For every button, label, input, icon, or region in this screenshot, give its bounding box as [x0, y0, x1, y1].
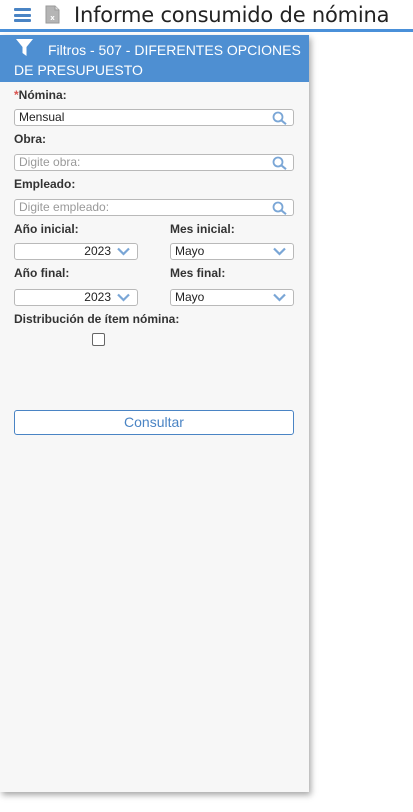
anio-inicial-label: Año inicial: [14, 222, 79, 236]
mes-inicial-select[interactable]: Mayo [170, 243, 294, 260]
svg-text:x: x [50, 14, 55, 22]
chevron-down-icon [273, 247, 286, 256]
empleado-label: Empleado: [14, 177, 76, 191]
top-bar: x Informe consumido de nómina [0, 0, 413, 32]
nomina-value: Mensual [19, 110, 65, 124]
mes-final-select[interactable]: Mayo [170, 289, 294, 306]
nomina-label: *Nómina: [14, 88, 67, 102]
anio-final-select[interactable]: 2023 [14, 289, 138, 306]
mes-inicial-label: Mes inicial: [170, 222, 235, 236]
filters-header: Filtros - 507 - DIFERENTES OPCIONES DE P… [0, 35, 309, 82]
obra-placeholder: Digite obra: [19, 155, 81, 169]
chevron-down-icon [273, 293, 286, 302]
hamburger-icon[interactable] [14, 8, 31, 22]
anio-inicial-value: 2023 [84, 244, 111, 258]
excel-file-icon[interactable]: x [45, 5, 60, 24]
search-icon[interactable] [272, 111, 288, 125]
search-icon[interactable] [272, 201, 288, 215]
filters-panel: Filtros - 507 - DIFERENTES OPCIONES DE P… [0, 35, 309, 792]
consultar-button[interactable]: Consultar [14, 410, 294, 435]
page-title: Informe consumido de nómina [74, 3, 390, 27]
nomina-field[interactable]: Mensual [14, 109, 294, 126]
distribucion-label: Distribución de ítem nómina: [14, 312, 180, 326]
empleado-placeholder: Digite empleado: [19, 200, 110, 214]
anio-inicial-select[interactable]: 2023 [14, 243, 138, 260]
filters-header-title: Filtros - 507 - DIFERENTES OPCIONES DE P… [14, 42, 301, 78]
empleado-field[interactable]: Digite empleado: [14, 199, 294, 216]
chevron-down-icon [117, 293, 130, 302]
chevron-down-icon [117, 247, 130, 256]
anio-final-value: 2023 [84, 290, 111, 304]
search-icon[interactable] [272, 156, 288, 170]
obra-label: Obra: [14, 132, 47, 146]
obra-field[interactable]: Digite obra: [14, 154, 294, 171]
distribucion-checkbox[interactable] [92, 333, 105, 346]
mes-final-label: Mes final: [170, 266, 226, 280]
mes-final-value: Mayo [175, 290, 205, 304]
anio-final-label: Año final: [14, 266, 70, 280]
mes-inicial-value: Mayo [175, 244, 205, 258]
